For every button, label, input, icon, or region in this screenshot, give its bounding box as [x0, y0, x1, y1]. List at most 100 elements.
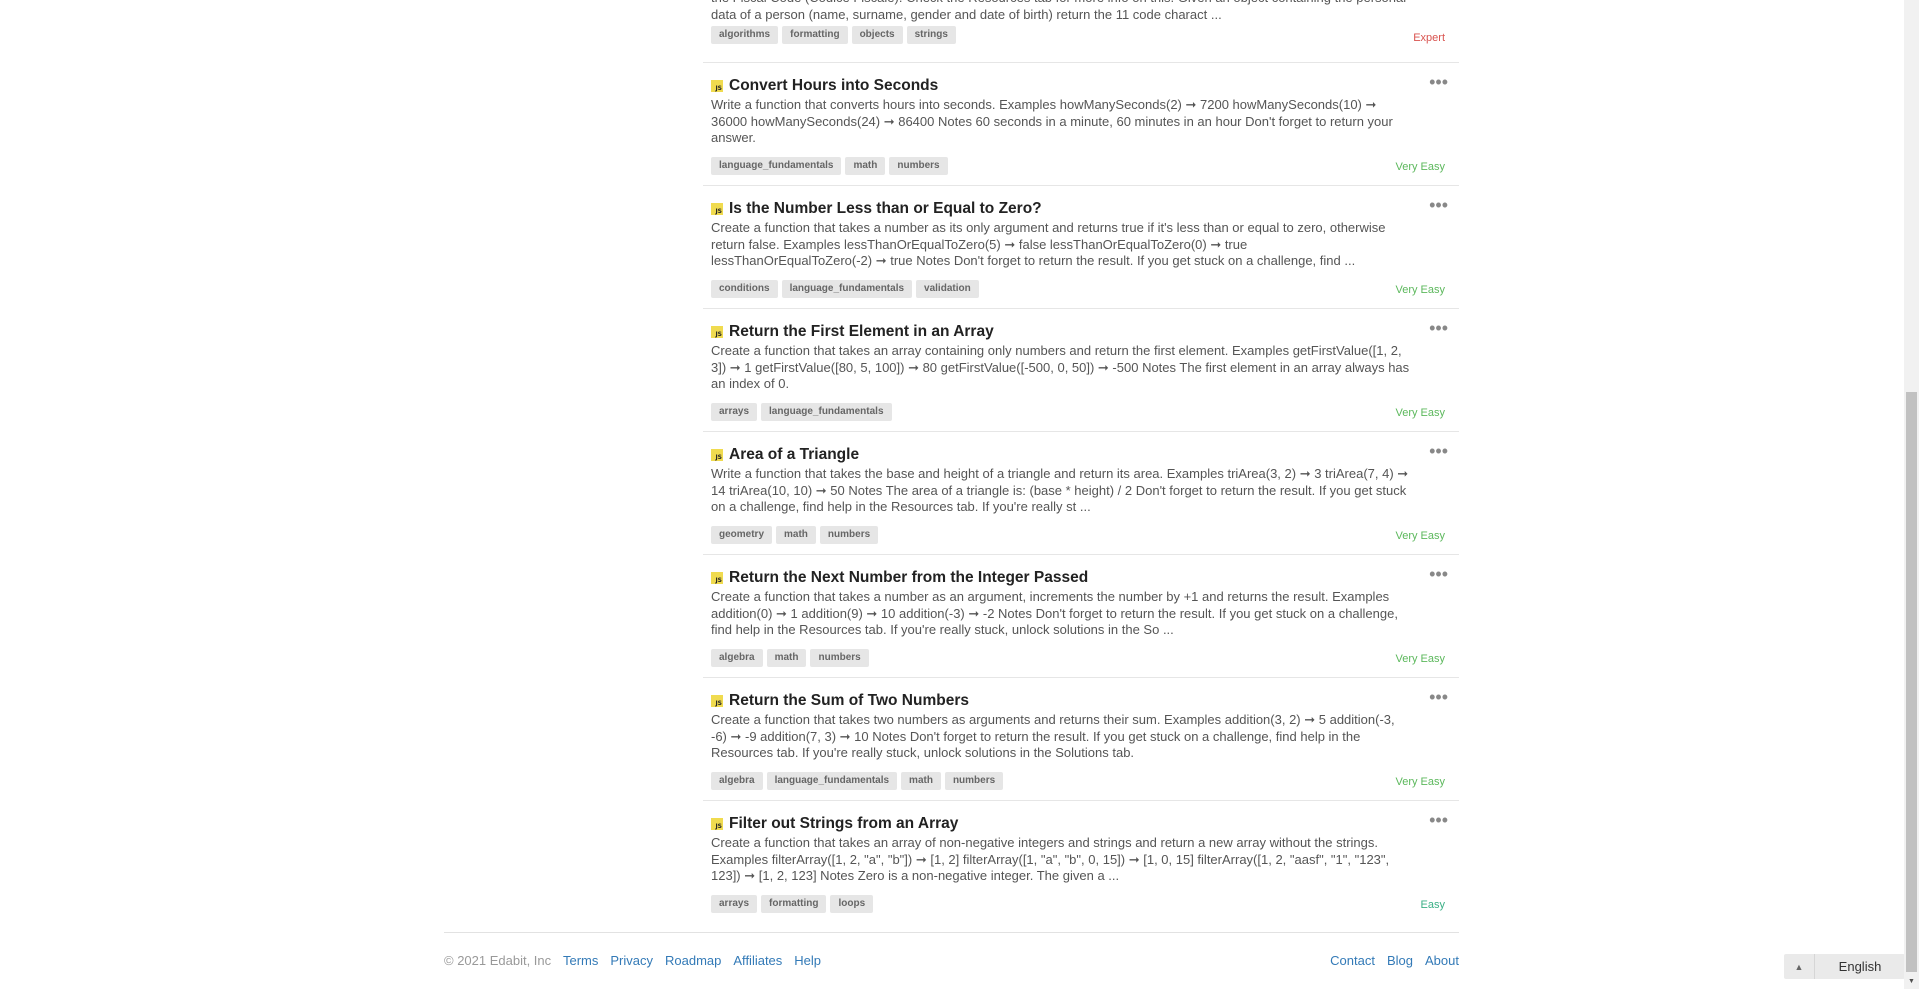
- challenge-list: the Fiscal Code (Codice Fiscale). Check …: [703, 0, 1459, 923]
- tag[interactable]: numbers: [819, 526, 879, 544]
- tag[interactable]: math: [845, 157, 886, 175]
- challenge-description: Create a function that takes two numbers…: [711, 712, 1395, 760]
- tag-list: algebra math numbers: [711, 649, 869, 667]
- footer-link-affiliates[interactable]: Affiliates: [733, 953, 782, 968]
- tag[interactable]: formatting: [761, 895, 827, 913]
- challenge-card-partial[interactable]: the Fiscal Code (Codice Fiscale). Check …: [703, 0, 1459, 63]
- tag[interactable]: algorithms: [711, 26, 779, 44]
- challenge-title[interactable]: Return the First Element in an Array: [729, 323, 994, 341]
- page: the Fiscal Code (Codice Fiscale). Check …: [0, 0, 1919, 989]
- more-options-icon[interactable]: •••: [1429, 565, 1448, 583]
- tag[interactable]: numbers: [944, 772, 1004, 790]
- challenge-title[interactable]: Area of a Triangle: [729, 446, 859, 464]
- tag[interactable]: algebra: [711, 772, 763, 790]
- tag[interactable]: loops: [830, 895, 874, 913]
- tag[interactable]: math: [901, 772, 941, 790]
- footer-link-help[interactable]: Help: [794, 953, 821, 968]
- more-options-icon[interactable]: •••: [1429, 73, 1448, 91]
- footer-link-blog[interactable]: Blog: [1387, 953, 1413, 968]
- javascript-language-icon: JS: [711, 449, 723, 461]
- challenge-title[interactable]: Is the Number Less than or Equal to Zero…: [729, 200, 1042, 218]
- javascript-language-icon: JS: [711, 326, 723, 338]
- language-selector[interactable]: ▲ English: [1784, 954, 1905, 979]
- challenge-description: Create a function that takes an array co…: [711, 343, 1410, 391]
- challenge-description: Create a function that takes a number as…: [711, 220, 1386, 268]
- footer-link-roadmap[interactable]: Roadmap: [665, 953, 721, 968]
- challenge-card[interactable]: JS Return the Sum of Two Numbers ••• Create…: [703, 678, 1459, 801]
- tag[interactable]: language_fundamentals: [781, 280, 913, 298]
- vertical-scrollbar[interactable]: ▼: [1904, 0, 1919, 989]
- challenge-title[interactable]: Return the Next Number from the Integer …: [729, 569, 1088, 587]
- tag[interactable]: numbers: [889, 157, 948, 175]
- difficulty-label: Very Easy: [1395, 530, 1445, 542]
- tag-list: algebra language_fundamentals math numbers: [711, 772, 1004, 790]
- tag[interactable]: strings: [906, 26, 956, 44]
- more-options-icon[interactable]: •••: [1429, 811, 1448, 829]
- challenge-card[interactable]: JS Return the Next Number from the Intege…: [703, 555, 1459, 678]
- tag[interactable]: language_fundamentals: [711, 157, 842, 175]
- scroll-down-arrow-icon[interactable]: ▼: [1904, 974, 1919, 989]
- challenge-title[interactable]: Filter out Strings from an Array: [729, 815, 958, 833]
- footer-left-links: Terms Privacy Roadmap Affiliates Help: [563, 953, 821, 968]
- challenge-title-row: JS Return the Next Number from the Intege…: [711, 568, 1088, 588]
- tag-list: arrays language_fundamentals: [711, 403, 892, 421]
- more-options-icon[interactable]: •••: [1429, 319, 1448, 337]
- difficulty-label: Very Easy: [1395, 776, 1445, 788]
- difficulty-label: Very Easy: [1395, 284, 1445, 296]
- tag-list: conditions language_fundamentals validatio…: [711, 280, 979, 298]
- scrollbar-thumb[interactable]: [1906, 392, 1917, 972]
- footer-divider: [444, 932, 1459, 933]
- caret-up-icon[interactable]: ▲: [1784, 954, 1815, 979]
- challenge-description: Write a function that takes the base and…: [711, 466, 1409, 514]
- copyright-text: © 2021 Edabit, Inc: [444, 953, 552, 968]
- challenge-card[interactable]: JS Return the First Element in an Array ••…: [703, 309, 1459, 432]
- tag[interactable]: language_fundamentals: [766, 772, 898, 790]
- tag[interactable]: objects: [851, 26, 903, 44]
- difficulty-label: Very Easy: [1395, 161, 1445, 173]
- challenge-title[interactable]: Return the Sum of Two Numbers: [729, 692, 969, 710]
- footer-link-about[interactable]: About: [1425, 953, 1459, 968]
- tag[interactable]: language_fundamentals: [761, 403, 892, 421]
- difficulty-label: Very Easy: [1395, 653, 1445, 665]
- more-options-icon[interactable]: •••: [1429, 442, 1448, 460]
- footer-right-links: Contact Blog About: [1330, 953, 1459, 968]
- tag[interactable]: arrays: [711, 895, 758, 913]
- tag-list: arrays formatting loops: [711, 895, 874, 913]
- javascript-language-icon: JS: [711, 572, 723, 584]
- javascript-language-icon: JS: [711, 80, 723, 92]
- challenge-description: the Fiscal Code (Codice Fiscale). Check …: [711, 0, 1406, 22]
- challenge-title-row: JS Convert Hours into Seconds: [711, 76, 938, 96]
- tag[interactable]: validation: [916, 280, 979, 298]
- footer-link-terms[interactable]: Terms: [563, 953, 598, 968]
- difficulty-label: Very Easy: [1395, 407, 1445, 419]
- tag[interactable]: formatting: [782, 26, 848, 44]
- tag[interactable]: math: [766, 649, 807, 667]
- challenge-title[interactable]: Convert Hours into Seconds: [729, 77, 938, 95]
- more-options-icon[interactable]: •••: [1429, 688, 1448, 706]
- footer-link-privacy[interactable]: Privacy: [610, 953, 653, 968]
- more-options-icon[interactable]: •••: [1429, 196, 1448, 214]
- language-label: English: [1838, 959, 1882, 974]
- challenge-title-row: JS Return the First Element in an Array: [711, 322, 994, 342]
- challenge-card[interactable]: JS Is the Number Less than or Equal to Ze…: [703, 186, 1459, 309]
- challenge-card[interactable]: JS Filter out Strings from an Array ••• Cre…: [703, 801, 1459, 923]
- challenge-card[interactable]: JS Area of a Triangle ••• Write a function …: [703, 432, 1459, 555]
- tag[interactable]: algebra: [711, 649, 763, 667]
- javascript-language-icon: JS: [711, 695, 723, 707]
- footer-link-contact[interactable]: Contact: [1330, 953, 1375, 968]
- challenge-description: Create a function that takes a number as…: [711, 589, 1398, 637]
- tag[interactable]: conditions: [711, 280, 778, 298]
- javascript-language-icon: JS: [711, 203, 723, 215]
- tag[interactable]: numbers: [810, 649, 869, 667]
- challenge-title-row: JS Filter out Strings from an Array: [711, 814, 958, 834]
- tag[interactable]: math: [776, 526, 816, 544]
- difficulty-label: Expert: [1413, 32, 1445, 44]
- challenge-title-row: JS Area of a Triangle: [711, 445, 859, 465]
- challenge-title-row: JS Is the Number Less than or Equal to Ze…: [711, 199, 1042, 219]
- footer: © 2021 Edabit, Inc Terms Privacy Roadmap Af…: [444, 953, 1459, 971]
- tag[interactable]: geometry: [711, 526, 773, 544]
- challenge-card[interactable]: JS Convert Hours into Seconds ••• Write a f…: [703, 63, 1459, 186]
- tag[interactable]: arrays: [711, 403, 758, 421]
- tag-list: algorithms formatting objects strings: [711, 26, 956, 44]
- javascript-language-icon: JS: [711, 818, 723, 830]
